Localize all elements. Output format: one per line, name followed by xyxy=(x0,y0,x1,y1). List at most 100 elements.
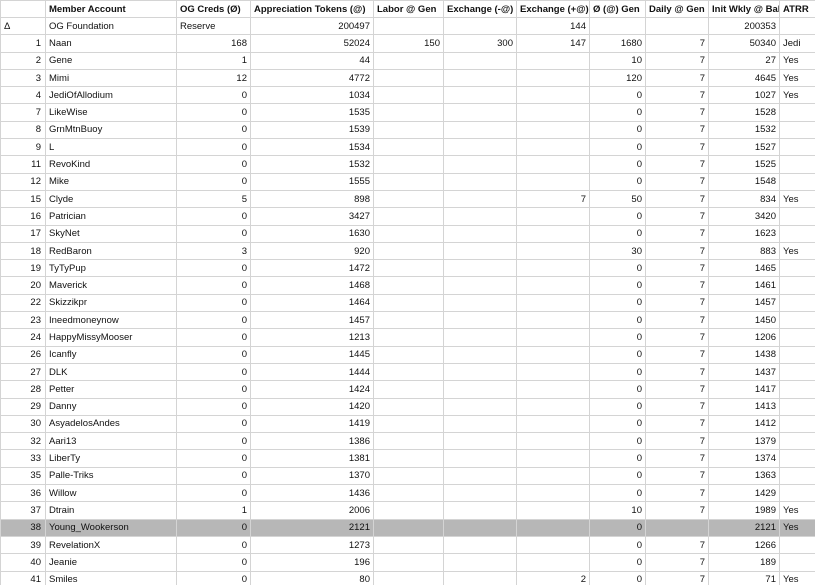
cell-init-wkly-bal[interactable]: 1413 xyxy=(708,397,780,416)
cell-exchange-minus[interactable] xyxy=(443,51,517,70)
cell-exchange-minus[interactable] xyxy=(443,380,517,399)
cell-og-creds[interactable]: 0 xyxy=(176,86,251,105)
cell-row-number[interactable]: 41 xyxy=(0,570,46,585)
cell-labor-gen[interactable] xyxy=(373,397,444,416)
cell-daily-gen[interactable]: 7 xyxy=(645,189,709,209)
cell-atrr[interactable]: Yes xyxy=(779,518,815,537)
cell-member-account[interactable]: Ineedmoneynow xyxy=(45,311,177,330)
cell-appreciation-tokens[interactable]: 3427 xyxy=(250,207,374,226)
cell-labor-gen[interactable] xyxy=(373,535,444,555)
cell-gen-rate[interactable]: 0 xyxy=(589,362,646,382)
cell-appreciation-tokens[interactable]: 196 xyxy=(250,553,374,572)
cell-exchange-minus[interactable] xyxy=(443,293,517,313)
cell-row-number[interactable]: 23 xyxy=(0,311,46,330)
cell-og-creds[interactable]: 0 xyxy=(176,155,251,174)
cell-row-number[interactable]: 36 xyxy=(0,484,46,503)
cell-member-account[interactable]: GrnMtnBuoy xyxy=(45,120,177,140)
cell-init-wkly-bal[interactable]: 1438 xyxy=(708,345,780,364)
cell-daily-gen[interactable]: 7 xyxy=(645,414,709,434)
cell-labor-gen[interactable] xyxy=(373,68,444,88)
cell-exchange-minus[interactable] xyxy=(443,189,517,209)
cell-exchange-minus[interactable] xyxy=(443,414,517,434)
cell-row-number[interactable]: 15 xyxy=(0,189,46,209)
cell-row-number[interactable]: 30 xyxy=(0,414,46,434)
cell-og-creds[interactable]: 0 xyxy=(176,103,251,122)
header-exchange-plus[interactable]: Exchange (+@) xyxy=(516,0,590,18)
cell-atrr[interactable] xyxy=(779,362,815,382)
cell-exchange-minus[interactable] xyxy=(443,138,517,157)
cell-og-creds[interactable]: 0 xyxy=(176,535,251,555)
cell-atrr[interactable] xyxy=(779,224,815,243)
cell-atrr[interactable] xyxy=(779,103,815,122)
cell-og-creds[interactable]: 0 xyxy=(176,553,251,572)
cell-atrr[interactable] xyxy=(779,120,815,140)
cell-row-number[interactable]: 33 xyxy=(0,449,46,468)
cell-appreciation-tokens[interactable]: 1034 xyxy=(250,86,374,105)
cell-appreciation-tokens[interactable]: 1420 xyxy=(250,397,374,416)
cell-gen-rate[interactable]: 0 xyxy=(589,535,646,555)
cell-row-number[interactable]: 17 xyxy=(0,224,46,243)
cell-exchange-minus[interactable] xyxy=(443,518,517,537)
cell-og-creds[interactable]: 168 xyxy=(176,34,251,53)
cell-atrr[interactable] xyxy=(779,328,815,347)
cell-member-account[interactable]: Smiles xyxy=(45,570,177,585)
cell-init-wkly-bal[interactable]: 1528 xyxy=(708,103,780,122)
cell-gen-rate[interactable]: 0 xyxy=(589,432,646,451)
cell-gen-rate[interactable]: 0 xyxy=(589,449,646,468)
cell-labor-gen[interactable] xyxy=(373,501,444,520)
cell-atrr[interactable]: Yes xyxy=(779,189,815,209)
cell-member-account[interactable]: Skizzikpr xyxy=(45,293,177,313)
cell-atrr[interactable] xyxy=(779,155,815,174)
cell-daily-gen[interactable]: 7 xyxy=(645,276,709,295)
cell-appreciation-tokens[interactable]: 1534 xyxy=(250,138,374,157)
cell-exchange-minus[interactable] xyxy=(443,345,517,364)
cell-og-creds[interactable]: 0 xyxy=(176,293,251,313)
cell-gen-rate[interactable]: 0 xyxy=(589,207,646,226)
cell-og-creds[interactable]: 0 xyxy=(176,518,251,537)
cell-exchange-plus[interactable] xyxy=(516,138,590,157)
cell-member-account[interactable]: Mimi xyxy=(45,68,177,88)
cell-row-number[interactable]: 38 xyxy=(0,518,46,537)
cell-member-account[interactable]: Young_Wookerson xyxy=(45,518,177,537)
cell-row-number[interactable]: 12 xyxy=(0,172,46,191)
cell-daily-gen[interactable]: 7 xyxy=(645,172,709,191)
cell-appreciation-tokens[interactable]: 44 xyxy=(250,51,374,70)
cell-appreciation-tokens[interactable]: 1370 xyxy=(250,466,374,486)
cell-row-number[interactable]: 8 xyxy=(0,120,46,140)
cell-daily-gen[interactable]: 7 xyxy=(645,34,709,53)
cell-labor-gen[interactable] xyxy=(373,172,444,191)
cell-init-wkly-bal[interactable]: 1548 xyxy=(708,172,780,191)
cell-init-wkly-bal[interactable]: 71 xyxy=(708,570,780,585)
cell-exchange-plus[interactable]: 147 xyxy=(516,34,590,53)
cell-exchange-minus[interactable] xyxy=(443,172,517,191)
cell-appreciation-tokens[interactable]: 80 xyxy=(250,570,374,585)
cell-og-creds[interactable]: 0 xyxy=(176,328,251,347)
cell-member-account[interactable]: DLK xyxy=(45,362,177,382)
cell-atrr[interactable] xyxy=(779,535,815,555)
cell-row-number[interactable]: 18 xyxy=(0,241,46,261)
cell-daily-gen[interactable]: 7 xyxy=(645,501,709,520)
cell-gen-rate[interactable]: 10 xyxy=(589,501,646,520)
cell-exchange-minus[interactable] xyxy=(443,466,517,486)
cell-init-wkly-bal[interactable]: 3420 xyxy=(708,207,780,226)
cell-og-creds[interactable]: 1 xyxy=(176,501,251,520)
cell-member-account[interactable]: Dtrain xyxy=(45,501,177,520)
cell-atrr[interactable] xyxy=(779,553,815,572)
cell-daily-gen[interactable]: 7 xyxy=(645,68,709,88)
cell-atrr[interactable]: Yes xyxy=(779,241,815,261)
cell-appreciation-tokens[interactable]: 1539 xyxy=(250,120,374,140)
cell-labor-gen[interactable] xyxy=(373,570,444,585)
cell-init-wkly-bal[interactable]: 1527 xyxy=(708,138,780,157)
cell-atrr[interactable] xyxy=(779,311,815,330)
cell-labor-gen[interactable] xyxy=(373,241,444,261)
cell-daily-gen[interactable]: 7 xyxy=(645,155,709,174)
cell-daily-gen[interactable]: 7 xyxy=(645,328,709,347)
cell-exchange-plus[interactable] xyxy=(516,518,590,537)
cell-daily-gen[interactable]: 7 xyxy=(645,380,709,399)
cell-exchange-minus[interactable] xyxy=(443,259,517,278)
cell-appreciation-tokens[interactable]: 1213 xyxy=(250,328,374,347)
cell-og-creds[interactable]: 0 xyxy=(176,207,251,226)
cell-gen-rate[interactable] xyxy=(589,16,646,36)
cell-daily-gen[interactable]: 7 xyxy=(645,224,709,243)
cell-og-creds[interactable]: 0 xyxy=(176,466,251,486)
